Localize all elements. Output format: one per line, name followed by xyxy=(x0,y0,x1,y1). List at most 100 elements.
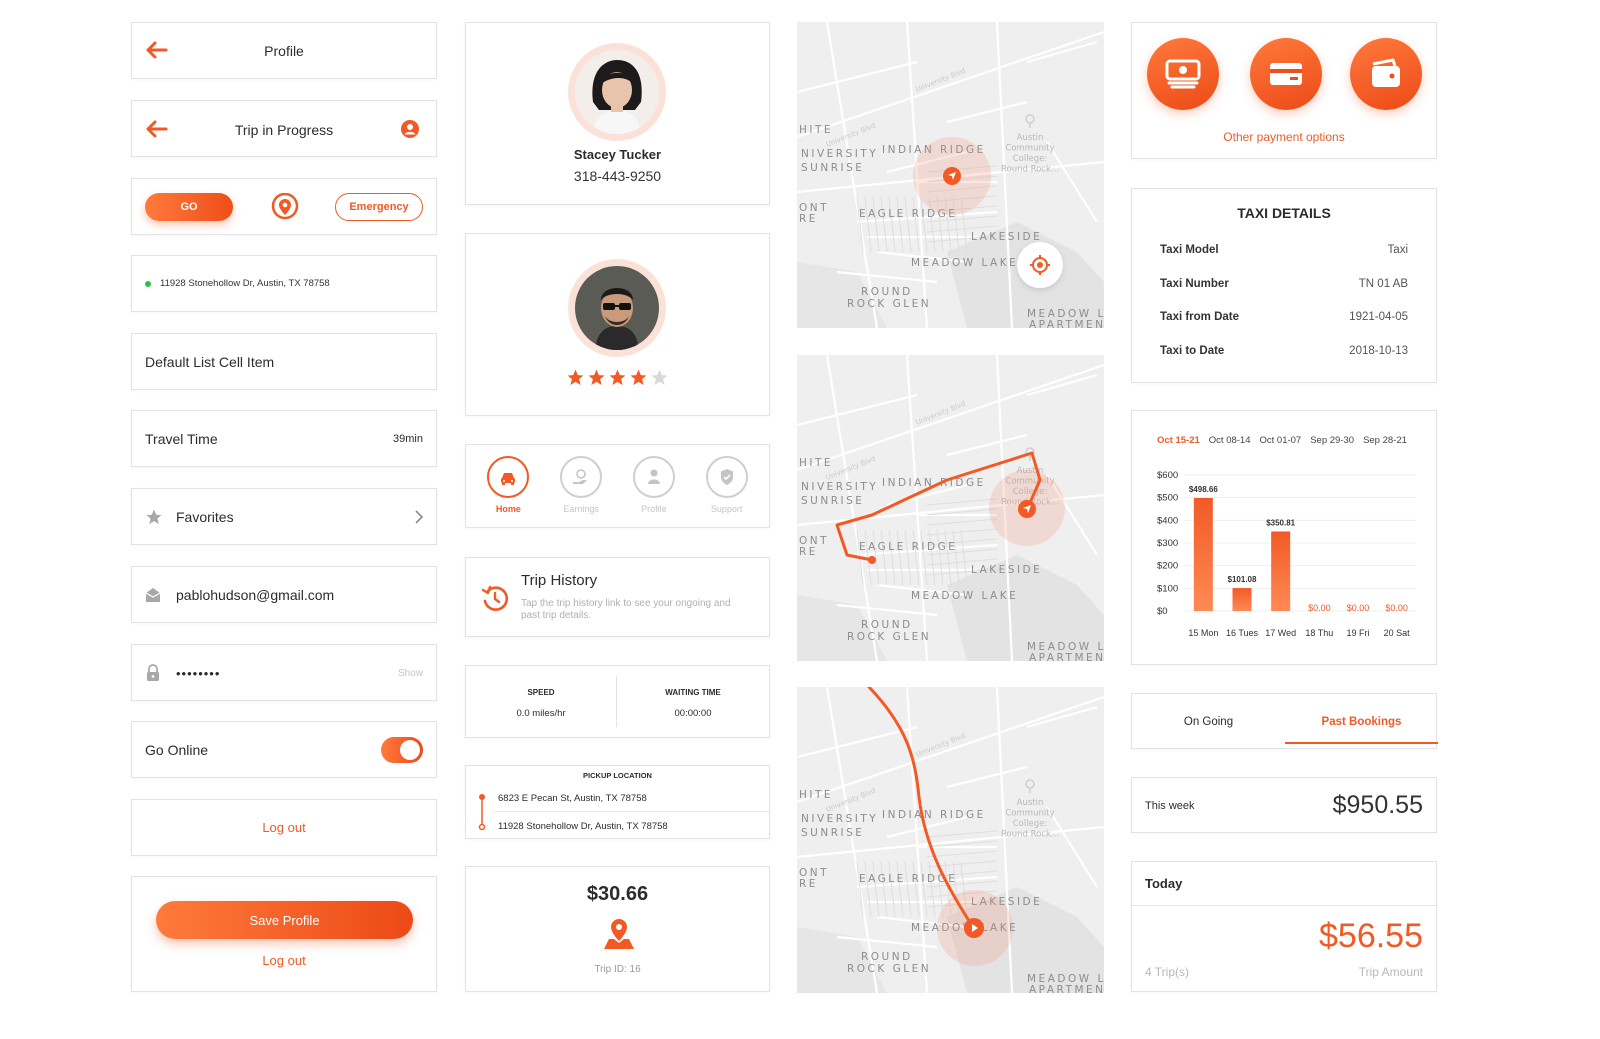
show-password-link[interactable]: Show xyxy=(398,668,423,679)
map-view-trip[interactable]: University Blvd University Blvd Austin Comm… xyxy=(797,687,1104,993)
earnings-bar-chart: $0 $100 $200 $300 $400 $500 $600 $498.66 15 Mon $… xyxy=(1157,470,1416,638)
emergency-button[interactable]: Emergency xyxy=(335,193,423,221)
favorites-cell[interactable]: Favorites xyxy=(131,488,437,545)
speed-value: 0.0 miles/hr xyxy=(516,708,566,719)
chevron-right-icon[interactable] xyxy=(415,510,424,529)
navigation-arrow-icon[interactable] xyxy=(1018,500,1036,523)
data-label: $0.00 xyxy=(1347,603,1370,613)
logout-link[interactable]: Log out xyxy=(132,953,436,968)
svg-text:Austin: Austin xyxy=(1017,133,1044,143)
favorites-label: Favorites xyxy=(176,509,234,525)
email-cell[interactable]: pablohudson@gmail.com xyxy=(131,566,437,623)
trip-id: Trip ID: 16 xyxy=(594,964,641,975)
bar[interactable] xyxy=(1271,531,1291,611)
star-icon[interactable] xyxy=(587,368,606,387)
star-icon[interactable] xyxy=(608,368,627,387)
bar[interactable] xyxy=(1232,588,1252,611)
avatar xyxy=(575,266,659,350)
trip-header-card: Trip in Progress xyxy=(131,100,437,157)
cash-payment-button[interactable] xyxy=(1147,38,1219,110)
taxi-detail-key: Taxi from Date xyxy=(1160,311,1240,323)
svg-text:Community: Community xyxy=(1005,144,1054,154)
travel-time-label: Travel Time xyxy=(145,431,218,447)
week-tab[interactable]: Oct 15-21 xyxy=(1157,435,1200,446)
default-list-cell[interactable]: Default List Cell Item xyxy=(131,333,437,390)
waiting-value: 00:00:00 xyxy=(674,708,712,719)
map-view-route[interactable]: University Blvd University Blvd Austin Comm… xyxy=(797,355,1104,661)
user-icon[interactable] xyxy=(401,120,419,143)
nav-item-support[interactable]: Support xyxy=(697,456,757,514)
star-icon[interactable] xyxy=(566,368,585,387)
travel-time-cell[interactable]: Travel Time 39min xyxy=(131,410,437,467)
go-button[interactable]: GO xyxy=(145,193,233,221)
y-tick-label: $500 xyxy=(1157,493,1178,504)
taxi-detail-row: Taxi Number TN 01 AB xyxy=(1160,278,1408,290)
locate-me-button[interactable] xyxy=(1017,242,1063,288)
wallet-payment-button[interactable] xyxy=(1350,38,1422,110)
taxi-detail-value: TN 01 AB xyxy=(1358,277,1408,290)
today-earnings-card: Today $56.55 4 Trip(s) Trip Amount xyxy=(1131,861,1437,992)
bar[interactable] xyxy=(1193,497,1213,611)
trips-count: 4 Trip(s) xyxy=(1145,965,1190,979)
profile-header-card: Profile xyxy=(131,22,437,79)
pickup-location-card: PICKUP LOCATION 6823 E Pecan St, Austin,… xyxy=(465,765,770,839)
tab-ongoing[interactable]: On Going xyxy=(1132,716,1285,728)
week-tab[interactable]: Sep 28-21 xyxy=(1363,435,1407,446)
other-payment-link[interactable]: Other payment options xyxy=(1132,130,1436,144)
divider xyxy=(494,811,769,812)
address-cell[interactable]: 11928 Stonehollow Dr, Austin, TX 78758 xyxy=(131,255,437,312)
bottom-nav: Home Earnings Profile Support xyxy=(466,456,769,514)
card-payment-button[interactable] xyxy=(1250,38,1322,110)
trip-history-card[interactable]: Trip History Tap the trip history link t… xyxy=(465,557,770,637)
avatar xyxy=(575,50,659,134)
email-field[interactable]: pablohudson@gmail.com xyxy=(176,587,334,603)
play-marker-icon[interactable] xyxy=(964,918,984,943)
shield-icon xyxy=(705,456,748,498)
location-pin-icon[interactable] xyxy=(271,192,299,226)
taxi-details-card: TAXI DETAILS Taxi Model Taxi Taxi Number TN… xyxy=(1131,188,1437,383)
speed-waiting-card: SPEED 0.0 miles/hr WAITING TIME 00:00:00 xyxy=(465,665,770,738)
star-icon[interactable] xyxy=(650,368,669,387)
pickup-from[interactable]: 6823 E Pecan St, Austin, TX 78758 xyxy=(498,793,647,804)
go-online-toggle[interactable] xyxy=(381,737,423,763)
x-tick-label: 19 Fri xyxy=(1346,628,1369,638)
trip-history-title: Trip History xyxy=(521,572,598,589)
cash-icon xyxy=(1165,59,1201,89)
nav-item-earnings[interactable]: Earnings xyxy=(551,456,611,514)
tab-past-bookings[interactable]: Past Bookings xyxy=(1285,716,1438,728)
go-online-cell: Go Online xyxy=(131,721,437,778)
week-tab[interactable]: Oct 01-07 xyxy=(1260,435,1302,446)
map-area-label: ROUND xyxy=(861,286,913,298)
today-label: Today xyxy=(1145,876,1183,891)
password-cell[interactable]: •••••••• Show xyxy=(131,644,437,701)
wallet-icon xyxy=(1372,58,1400,87)
taxi-detail-value: 1921-04-05 xyxy=(1349,311,1408,323)
map-area-label: NIVERSITY xyxy=(801,148,879,160)
default-list-label: Default List Cell Item xyxy=(145,354,275,370)
data-label: $498.66 xyxy=(1189,485,1218,494)
password-field[interactable]: •••••••• xyxy=(176,666,220,681)
nav-item-home[interactable]: Home xyxy=(478,456,538,514)
star-icon xyxy=(145,508,163,531)
taxi-detail-row: Taxi Model Taxi xyxy=(1160,244,1408,256)
save-profile-button[interactable]: Save Profile xyxy=(156,901,413,939)
nav-item-profile[interactable]: Profile xyxy=(624,456,684,514)
map-area-label: ROCK GLEN xyxy=(847,298,932,310)
pickup-to[interactable]: 11928 Stonehollow Dr, Austin, TX 78758 xyxy=(498,821,668,832)
svg-text:College:: College: xyxy=(1013,154,1048,164)
trip-amount-label: Trip Amount xyxy=(1358,965,1423,979)
y-tick-label: $200 xyxy=(1157,561,1178,572)
route-path xyxy=(867,687,975,929)
logout-link[interactable]: Log out xyxy=(132,820,436,835)
trip-title: Trip in Progress xyxy=(234,122,334,138)
today-amount: $56.55 xyxy=(1319,917,1423,955)
week-tab[interactable]: Oct 08-14 xyxy=(1209,435,1251,446)
navigation-arrow-icon[interactable] xyxy=(943,167,961,190)
star-icon[interactable] xyxy=(629,368,648,387)
star-rating[interactable] xyxy=(466,368,769,387)
fare-amount: $30.66 xyxy=(586,883,649,905)
week-tab[interactable]: Sep 29-30 xyxy=(1310,435,1354,446)
nav-item-label: Support xyxy=(710,504,743,514)
speed-label: SPEED xyxy=(527,688,555,697)
map-view-pickup[interactable]: University Blvd University Blvd Austin Comm… xyxy=(797,22,1104,328)
